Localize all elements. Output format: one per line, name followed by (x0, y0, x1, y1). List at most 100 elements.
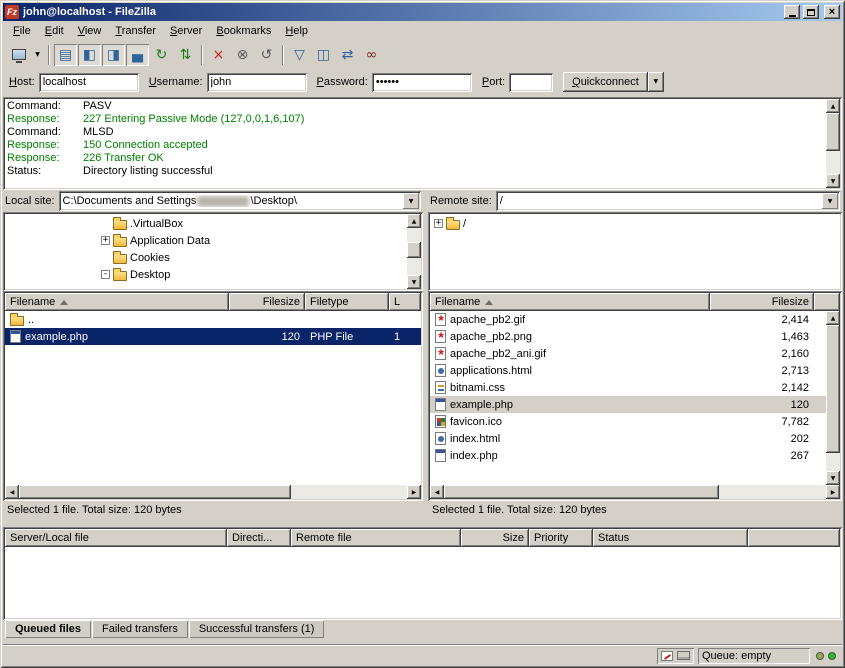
remote-directory-tree[interactable]: + / (430, 214, 840, 289)
close-button[interactable]: × (824, 5, 840, 19)
queue-body[interactable] (5, 547, 840, 618)
column-server-local-file[interactable]: Server/Local file (5, 529, 227, 547)
disconnect-button[interactable]: ⊗ (231, 44, 254, 66)
refresh-button[interactable]: ↻ (150, 44, 173, 66)
local-site-combo[interactable]: C:\Documents and Settings \Desktop\ ▼ (59, 191, 421, 211)
menu-item-transfer[interactable]: Transfer (108, 23, 163, 39)
remote-site-combo[interactable]: / ▼ (496, 191, 840, 211)
remote-list-vscrollbar[interactable]: ▲ ▼ (826, 311, 840, 485)
scrollbar-track[interactable] (407, 228, 421, 275)
scrollbar-thumb[interactable] (407, 242, 421, 258)
tab-failed-transfers[interactable]: Failed transfers (92, 620, 188, 638)
scrollbar-track[interactable] (19, 485, 407, 499)
scroll-left-icon[interactable]: ◀ (5, 485, 19, 499)
scrollbar-thumb[interactable] (826, 325, 840, 453)
scroll-right-icon[interactable]: ▶ (826, 485, 840, 499)
quickconnect-button[interactable]: Quickconnect (563, 72, 648, 92)
menu-item-view[interactable]: View (71, 23, 109, 39)
dropdown-icon[interactable]: ▼ (822, 193, 838, 209)
reconnect-button[interactable]: ↺ (255, 44, 278, 66)
site-manager-button[interactable] (7, 44, 30, 66)
file-row[interactable]: apache_pb2.png 1,463 (430, 328, 826, 345)
tree-item[interactable]: .VirtualBox (5, 215, 407, 232)
toggle-remote-tree-button[interactable]: ◨ (102, 44, 125, 66)
scrollbar-thumb[interactable] (826, 113, 840, 151)
file-row[interactable]: apache_pb2.gif 2,414 (430, 311, 826, 328)
filter-button[interactable]: ▽ (288, 44, 311, 66)
scroll-down-icon[interactable]: ▼ (407, 275, 421, 289)
compare-button[interactable]: ◫ (312, 44, 335, 66)
tree-item[interactable]: + Application Data (5, 232, 407, 249)
toggle-log-button[interactable]: ▤ (54, 44, 77, 66)
column-filename[interactable]: Filename (430, 293, 710, 311)
file-row[interactable]: .. (5, 311, 421, 328)
menu-item-edit[interactable]: Edit (38, 23, 71, 39)
file-row[interactable]: apache_pb2_ani.gif 2,160 (430, 345, 826, 362)
scrollbar-track[interactable] (444, 485, 826, 499)
column-status[interactable]: Status (593, 529, 748, 547)
menu-item-bookmarks[interactable]: Bookmarks (209, 23, 278, 39)
file-row[interactable]: favicon.ico 7,782 (430, 413, 826, 430)
tab-queued-files[interactable]: Queued files (5, 620, 91, 638)
local-file-list[interactable]: .. example.php 120 PHP File 1 (5, 311, 421, 485)
tree-item[interactable]: Cookies (5, 249, 407, 266)
password-input[interactable] (372, 73, 472, 92)
scroll-left-icon[interactable]: ◀ (430, 485, 444, 499)
speed-limit-icon[interactable] (661, 651, 673, 661)
local-directory-tree[interactable]: .VirtualBox + Application Data Cookies - (5, 214, 407, 289)
site-manager-dropdown[interactable]: ▼ (31, 44, 44, 66)
tree-item[interactable]: + / (430, 215, 840, 232)
file-row[interactable]: example.php 120 (430, 396, 826, 413)
minimize-button[interactable] (784, 5, 800, 19)
column-last-modified[interactable]: L (389, 293, 421, 311)
file-row[interactable]: applications.html 2,713 (430, 362, 826, 379)
dropdown-icon[interactable]: ▼ (403, 193, 419, 209)
menu-item-file[interactable]: File (6, 23, 38, 39)
column-remote-file[interactable]: Remote file (291, 529, 461, 547)
toggle-local-tree-button[interactable]: ◧ (78, 44, 101, 66)
scroll-up-icon[interactable]: ▲ (826, 99, 840, 113)
column-direction[interactable]: Directi... (227, 529, 291, 547)
scroll-right-icon[interactable]: ▶ (407, 485, 421, 499)
column-filesize[interactable]: Filesize (229, 293, 305, 311)
tab-successful-transfers[interactable]: Successful transfers (1) (189, 620, 325, 638)
scroll-down-icon[interactable]: ▼ (826, 174, 840, 188)
scroll-down-icon[interactable]: ▼ (826, 471, 840, 485)
menu-item-help[interactable]: Help (278, 23, 315, 39)
column-filename[interactable]: Filename (5, 293, 229, 311)
port-input[interactable] (509, 73, 553, 92)
username-input[interactable] (207, 73, 307, 92)
expander-icon[interactable]: - (101, 270, 110, 279)
process-queue-button[interactable]: ⇅ (174, 44, 197, 66)
file-row[interactable]: index.html 202 (430, 430, 826, 447)
remote-file-list[interactable]: apache_pb2.gif 2,414 apache_pb2.png 1,46… (430, 311, 826, 485)
quickconnect-dropdown[interactable]: ▼ (648, 72, 664, 92)
expander-icon[interactable]: + (101, 236, 110, 245)
log-scrollbar[interactable]: ▲ ▼ (826, 99, 840, 188)
scrollbar-track[interactable] (826, 325, 840, 471)
host-input[interactable] (39, 73, 139, 92)
cancel-button[interactable]: × (207, 44, 230, 66)
file-row[interactable]: index.php 267 (430, 447, 826, 464)
maximize-button[interactable] (803, 5, 819, 19)
scroll-up-icon[interactable]: ▲ (826, 311, 840, 325)
local-list-hscrollbar[interactable]: ◀ ▶ (5, 485, 421, 499)
find-button[interactable]: ∞ (360, 44, 383, 66)
remote-list-hscrollbar[interactable]: ◀ ▶ (430, 485, 840, 499)
tree-item[interactable]: - Desktop (5, 266, 407, 283)
expander-icon[interactable]: + (434, 219, 443, 228)
column-filesize[interactable]: Filesize (710, 293, 814, 311)
message-log[interactable]: Command: PASV Response: 227 Entering Pas… (5, 99, 826, 188)
titlebar[interactable]: Fz john@localhost - FileZilla × (3, 3, 842, 21)
file-row[interactable]: bitnami.css 2,142 (430, 379, 826, 396)
sync-browsing-button[interactable]: ⇄ (336, 44, 359, 66)
toggle-queue-button[interactable]: ▄ (126, 44, 149, 66)
column-filetype[interactable]: Filetype (305, 293, 389, 311)
scrollbar-thumb[interactable] (19, 485, 291, 499)
scroll-up-icon[interactable]: ▲ (407, 214, 421, 228)
column-size[interactable]: Size (461, 529, 529, 547)
file-row[interactable]: example.php 120 PHP File 1 (5, 328, 421, 345)
local-tree-scrollbar[interactable]: ▲ ▼ (407, 214, 421, 289)
scrollbar-thumb[interactable] (444, 485, 719, 499)
menu-item-server[interactable]: Server (163, 23, 209, 39)
